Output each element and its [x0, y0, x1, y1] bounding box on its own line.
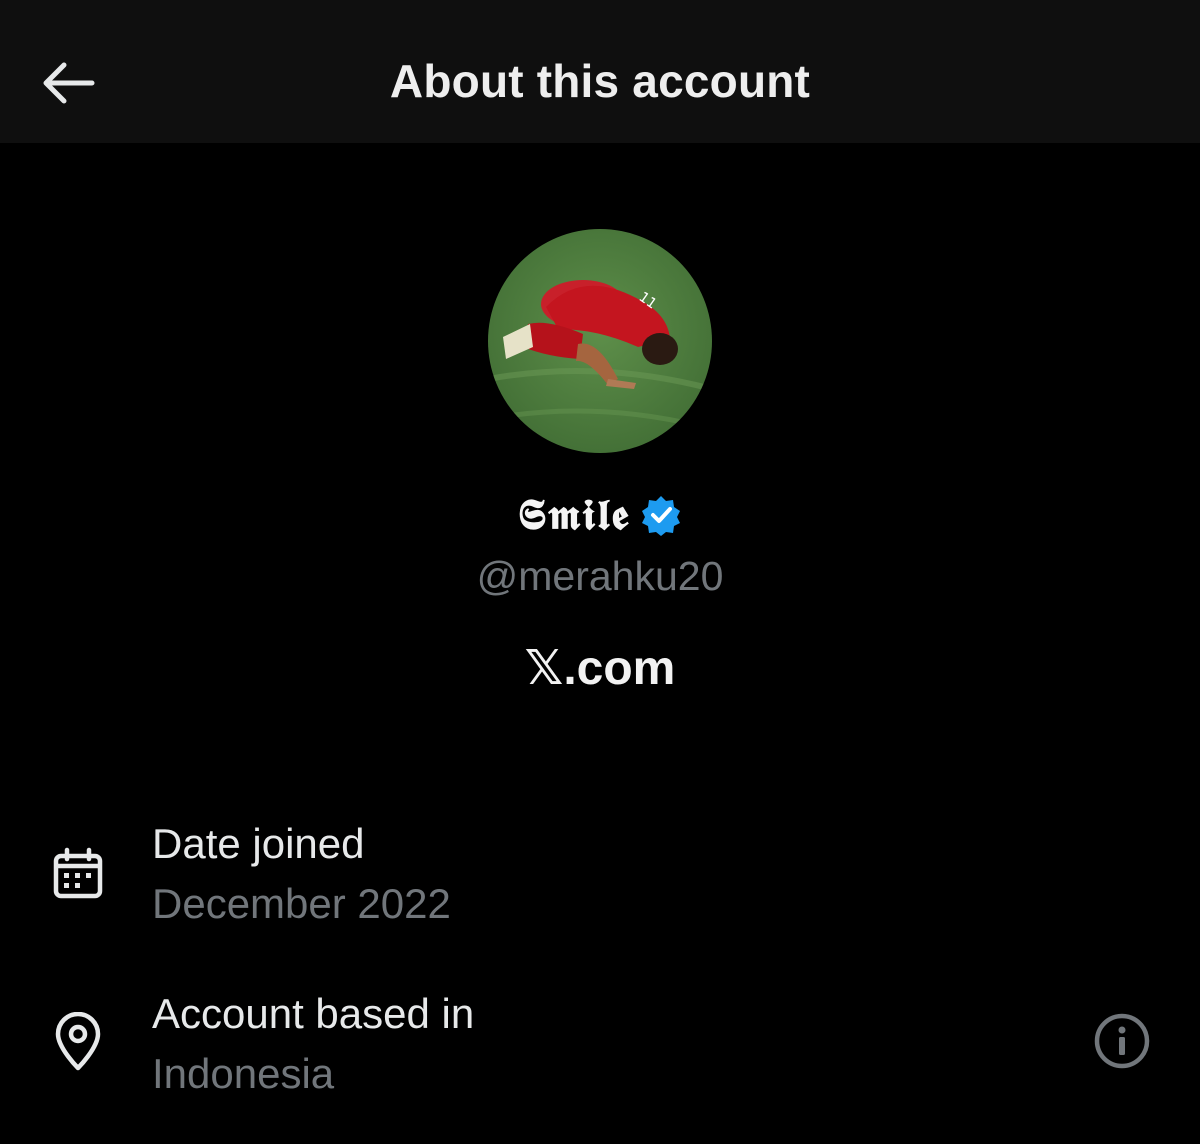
date-joined-label: Date joined: [152, 820, 365, 867]
username-handle: @merahku20: [476, 553, 724, 599]
domain-link[interactable]: 𝕏.com: [0, 640, 1200, 696]
info-icon: [1094, 1013, 1150, 1069]
location-pin-icon: [48, 1012, 108, 1072]
avatar-image: 11: [488, 229, 712, 453]
top-bar: About this account: [0, 0, 1200, 143]
account-based-in-row: Account based in Indonesia: [0, 980, 1200, 1110]
display-name-row: 𝕾𝖒𝖎𝖑𝖊: [0, 490, 1200, 540]
page-title: About this account: [389, 55, 811, 107]
calendar-icon: [48, 844, 108, 904]
date-joined-row: Date joined December 2022: [0, 810, 1200, 940]
verified-badge-icon: [642, 496, 681, 536]
account-based-in-label: Account based in: [152, 990, 475, 1037]
avatar[interactable]: 11: [488, 229, 712, 453]
info-button[interactable]: [1090, 1009, 1154, 1073]
account-based-in-value: Indonesia: [152, 1050, 335, 1097]
display-name: 𝕾𝖒𝖎𝖑𝖊: [517, 490, 631, 539]
date-joined-value: December 2022: [152, 880, 451, 927]
